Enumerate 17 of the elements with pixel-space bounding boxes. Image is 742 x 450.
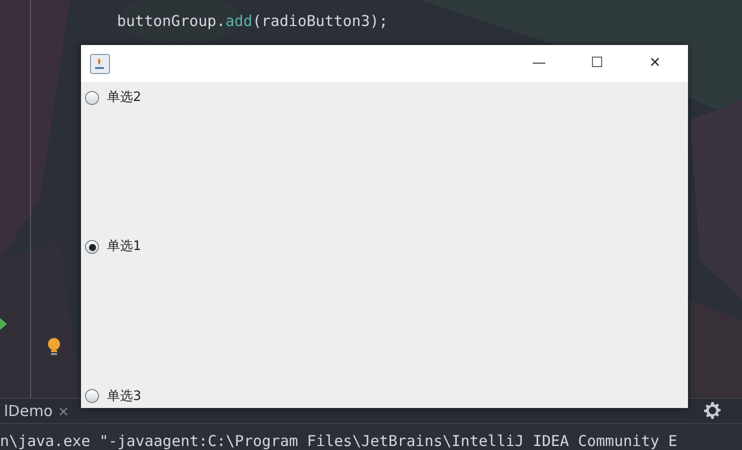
minimize-button[interactable]: — [510, 45, 568, 82]
settings-icon[interactable] [704, 402, 721, 419]
lightbulb-icon [47, 338, 61, 356]
console-line: n\java.exe "-javaagent:C:\Program Files\JetBrains\IntelliJ IDEA Community E [0, 431, 678, 450]
run-icon [0, 318, 7, 330]
radio-option[interactable]: 单选3 [85, 386, 688, 406]
radio-circle[interactable] [85, 389, 99, 404]
radio-option[interactable]: 单选1 [85, 237, 688, 257]
radio-circle[interactable] [85, 90, 99, 105]
radio-circle[interactable] [85, 240, 99, 254]
radio-option[interactable]: 单选2 [85, 88, 688, 108]
close-button[interactable]: ✕ [626, 45, 684, 82]
close-icon[interactable] [58, 406, 68, 416]
maximize-button[interactable]: ☐ [568, 45, 626, 82]
editor-tab[interactable]: lDemo [0, 399, 72, 423]
java-icon [90, 54, 110, 74]
code-line: buttonGroup.add(radioButton3); [117, 11, 388, 32]
